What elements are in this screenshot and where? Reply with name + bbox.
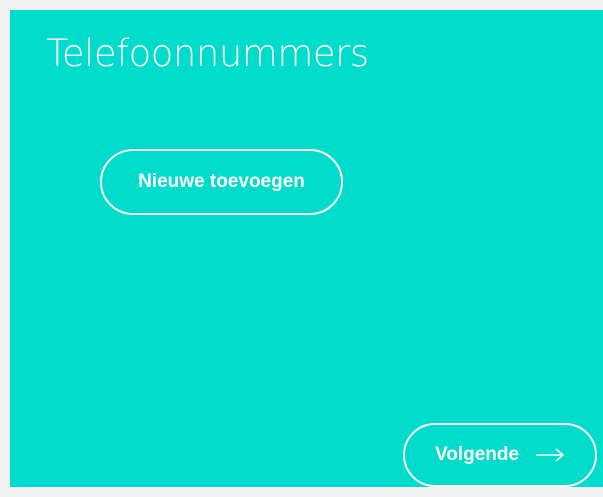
next-button-label: Volgende bbox=[434, 444, 520, 465]
phone-numbers-panel: Telefoonnummers Nieuwe toevoegen Volgend… bbox=[10, 10, 603, 487]
next-button[interactable]: Volgende bbox=[403, 423, 597, 487]
add-new-button[interactable]: Nieuwe toevoegen bbox=[100, 149, 343, 215]
arrow-right-icon bbox=[535, 447, 565, 463]
add-new-button-label: Nieuwe toevoegen bbox=[138, 171, 305, 192]
page-title: Telefoonnummers bbox=[46, 32, 369, 75]
